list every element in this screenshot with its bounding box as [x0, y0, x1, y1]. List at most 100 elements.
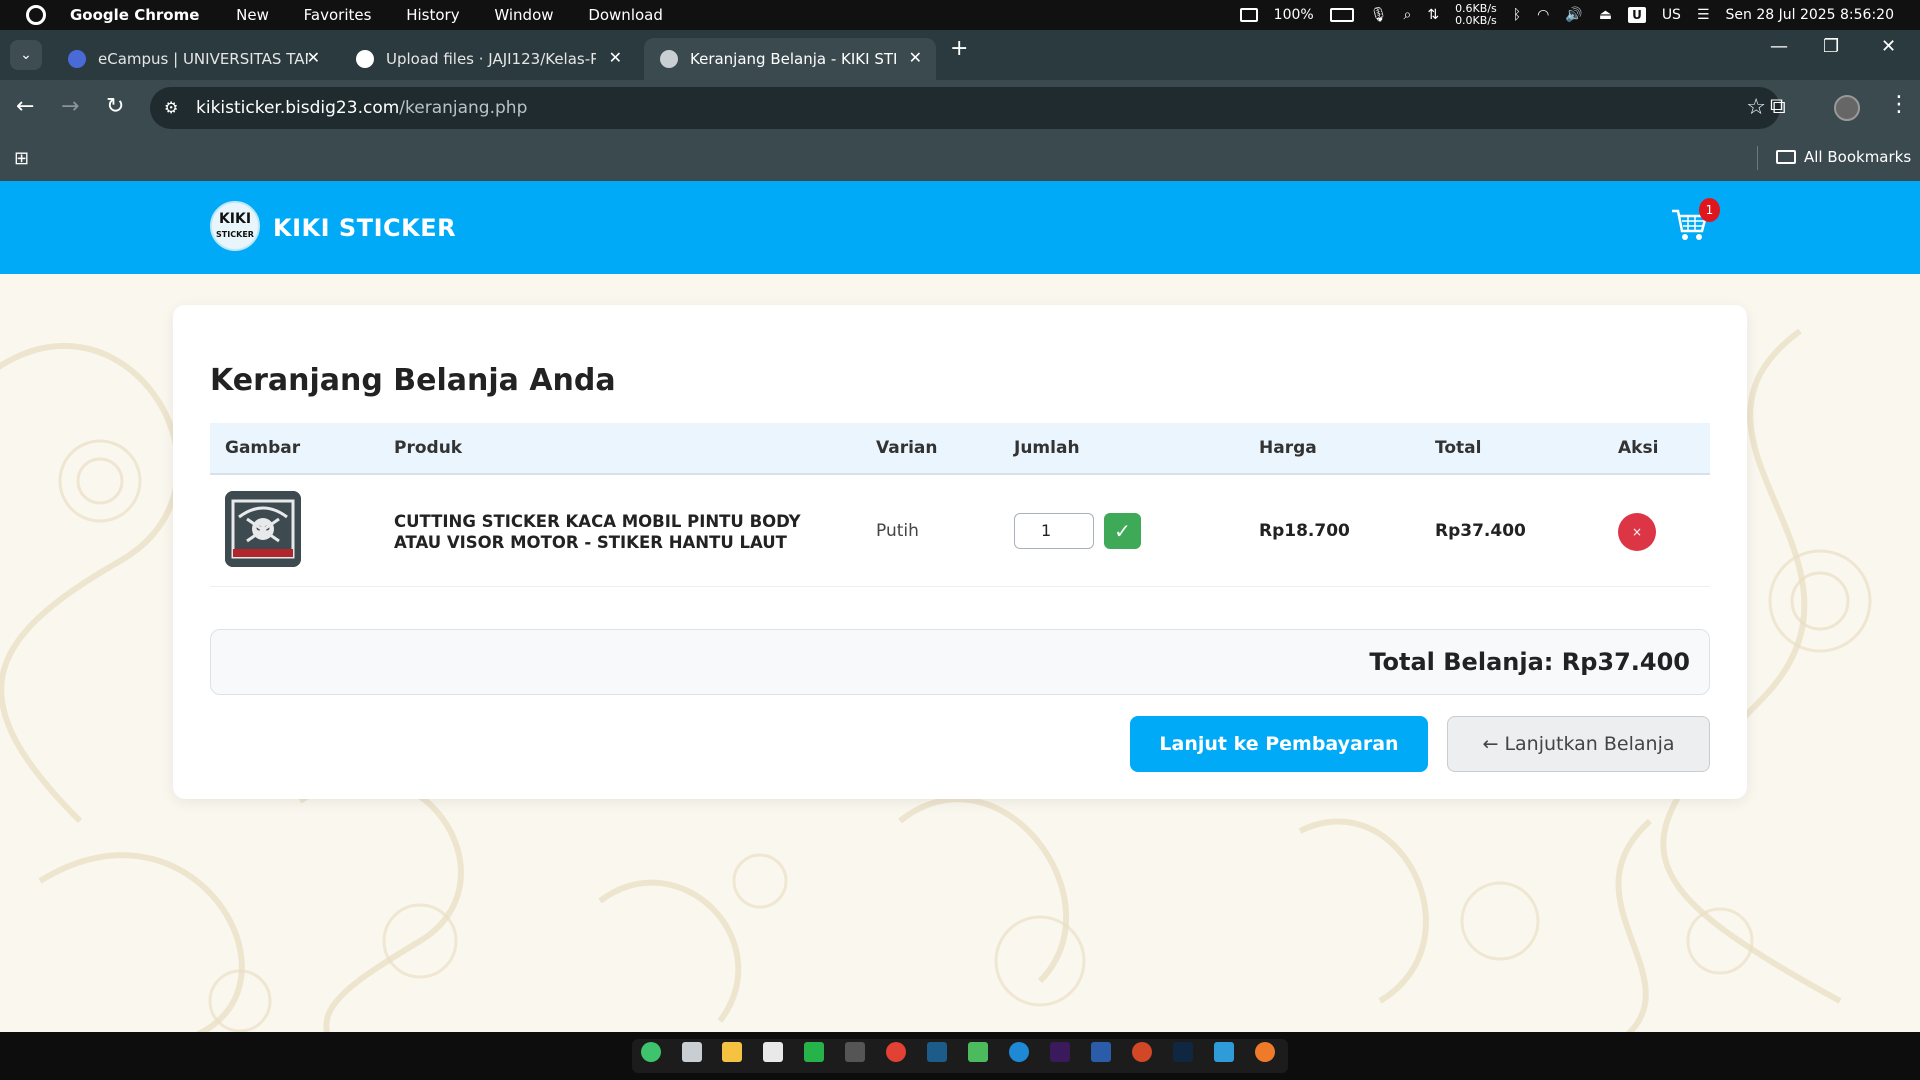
firefox-icon[interactable] — [1255, 1042, 1275, 1062]
network-arrows-icon: ⇅ — [1427, 7, 1440, 23]
globe-favicon-icon — [660, 50, 678, 68]
col-harga: Harga — [1259, 438, 1317, 458]
wifi-icon[interactable]: ◠ — [1537, 7, 1549, 23]
profile-avatar[interactable] — [1834, 95, 1860, 121]
battery-icon[interactable] — [1329, 8, 1354, 22]
eject-icon[interactable]: ⏏ — [1599, 7, 1612, 23]
launcher-clover-icon[interactable] — [641, 1042, 661, 1062]
product-name[interactable]: CUTTING STICKER KACA MOBIL PINTU BODY AT… — [394, 511, 814, 553]
menu-history[interactable]: History — [406, 6, 459, 24]
all-bookmarks-label: All Bookmarks — [1804, 148, 1912, 166]
locale-label[interactable]: US — [1662, 7, 1681, 23]
reload-icon[interactable]: ↻ — [106, 94, 124, 119]
remove-item-close-icon[interactable]: × — [1618, 513, 1656, 551]
task-view-icon[interactable] — [682, 1042, 702, 1062]
close-window-icon[interactable]: ✕ — [1881, 36, 1896, 57]
chrome-icon[interactable] — [886, 1042, 906, 1062]
cart-table: Gambar Produk Varian Jumlah Harga Total … — [210, 423, 1710, 587]
cart-count-badge[interactable]: 1 — [1699, 198, 1720, 222]
premiere-icon[interactable] — [1050, 1042, 1070, 1062]
forward-arrow-icon[interactable]: → — [61, 94, 79, 119]
store-icon[interactable] — [763, 1042, 783, 1062]
app-name-menu[interactable]: Google Chrome — [70, 6, 199, 24]
bookmarks-bar: ⊞ All Bookmarks — [0, 136, 1920, 181]
control-center-icon[interactable]: ☰ — [1697, 7, 1710, 23]
logo-text: KIKI — [218, 211, 252, 227]
tab-github[interactable]: Upload files · JAJI123/Kelas-Pak ✕ — [340, 38, 636, 80]
unit-price: Rp18.700 — [1259, 521, 1350, 541]
checkout-button[interactable]: Lanjut ke Pembayaran — [1130, 716, 1428, 772]
extensions-puzzle-icon[interactable]: ⧉ — [1770, 94, 1786, 119]
tab-keranjang[interactable]: Keranjang Belanja - KIKI STICKE ✕ — [644, 38, 936, 80]
col-gambar: Gambar — [225, 438, 301, 458]
powerpoint-icon[interactable] — [1132, 1042, 1152, 1062]
tab-title: Keranjang Belanja - KIKI STICKE — [690, 50, 896, 68]
tab-ecampus[interactable]: eCampus | UNIVERSITAS TANGE ✕ — [52, 38, 334, 80]
word-icon[interactable] — [1091, 1042, 1111, 1062]
pen-tool-icon[interactable] — [845, 1042, 865, 1062]
display-icon[interactable] — [1239, 8, 1258, 22]
col-varian: Varian — [876, 438, 938, 458]
menu-favorites[interactable]: Favorites — [304, 6, 372, 24]
brand-logo[interactable]: KIKI STICKER — [210, 201, 260, 251]
photoshop-icon[interactable] — [1173, 1042, 1193, 1062]
menu-window[interactable]: Window — [494, 6, 553, 24]
notepad-icon[interactable] — [1214, 1042, 1234, 1062]
bluetooth-off-icon[interactable]: ᛒ — [1513, 7, 1521, 23]
close-tab-icon[interactable]: ✕ — [609, 48, 622, 67]
network-speed: 0.6KB/s 0.0KB/s — [1455, 3, 1497, 27]
cart-card: Keranjang Belanja Anda Gambar Produk Var… — [173, 305, 1747, 799]
chrome-menu-icon[interactable]: ⋮ — [1888, 92, 1910, 117]
address-bar[interactable]: ⚙ kikisticker.bisdig23.com/keranjang.php… — [150, 87, 1780, 129]
os-menubar: Google Chrome New Favorites History Wind… — [0, 0, 1920, 30]
tab-strip: ⌄ eCampus | UNIVERSITAS TANGE ✕ Upload f… — [0, 30, 1920, 80]
restore-icon[interactable]: ❐ — [1823, 36, 1839, 57]
all-bookmarks-button[interactable]: All Bookmarks — [1776, 148, 1911, 166]
os-logo-icon[interactable] — [26, 5, 46, 25]
apps-grid-icon[interactable]: ⊞ — [14, 148, 29, 169]
cart-summary: Total Belanja: Rp37.400 — [210, 629, 1710, 695]
continue-shopping-button[interactable]: ← Lanjutkan Belanja — [1447, 716, 1710, 772]
search-icon[interactable]: ⌕ — [1403, 7, 1411, 23]
page-title: Keranjang Belanja Anda — [210, 363, 616, 398]
back-arrow-icon[interactable]: ← — [16, 94, 34, 119]
table-header: Gambar Produk Varian Jumlah Harga Total … — [210, 423, 1710, 475]
tab-title: Upload files · JAJI123/Kelas-Pak — [386, 50, 596, 68]
product-thumbnail[interactable] — [225, 491, 301, 567]
site-settings-icon[interactable]: ⚙ — [164, 98, 184, 118]
file-explorer-icon[interactable] — [722, 1042, 742, 1062]
new-tab-plus-icon[interactable]: + — [950, 36, 968, 61]
close-tab-icon[interactable]: ✕ — [307, 48, 320, 67]
spreadsheet-app-icon[interactable] — [968, 1042, 988, 1062]
bookmark-star-icon[interactable]: ☆ — [1746, 95, 1766, 120]
tab-search-chevron-icon[interactable]: ⌄ — [10, 40, 42, 70]
ecampus-favicon-icon — [68, 50, 86, 68]
os-taskbar — [0, 1032, 1920, 1080]
quantity-input[interactable]: 1 — [1014, 513, 1094, 549]
whatsapp-icon[interactable] — [804, 1042, 824, 1062]
browser-toolbar: ← → ↻ ⚙ kikisticker.bisdig23.com/keranja… — [0, 80, 1920, 136]
steam-icon[interactable] — [927, 1042, 947, 1062]
volume-icon[interactable]: 🔊 — [1565, 7, 1582, 23]
url-path: /keranjang.php — [399, 98, 528, 118]
microphone-icon[interactable]: 🎙 — [1370, 7, 1388, 23]
battery-percent: 100% — [1273, 7, 1314, 23]
close-tab-icon[interactable]: ✕ — [909, 48, 922, 67]
col-jumlah: Jumlah — [1014, 438, 1080, 458]
col-aksi: Aksi — [1618, 438, 1659, 458]
brand-name[interactable]: KIKI STICKER — [273, 214, 456, 242]
url-text[interactable]: kikisticker.bisdig23.com/keranjang.php — [196, 98, 527, 118]
clock[interactable]: Sen 28 Jul 2025 8:56:20 — [1726, 7, 1894, 23]
bookmarks-divider — [1757, 146, 1758, 170]
update-quantity-check-icon[interactable]: ✓ — [1104, 513, 1141, 549]
page-viewport: KIKI STICKER KIKI STICKER 1 Keranjang Bel… — [0, 181, 1920, 1032]
menu-download[interactable]: Download — [588, 6, 663, 24]
menu-new[interactable]: New — [236, 6, 269, 24]
minimize-icon[interactable]: — — [1770, 36, 1788, 57]
product-variant: Putih — [876, 521, 919, 541]
col-produk: Produk — [394, 438, 463, 458]
keyboard-layout-badge[interactable]: U — [1628, 7, 1646, 23]
edge-icon[interactable] — [1009, 1042, 1029, 1062]
github-favicon-icon — [356, 50, 374, 68]
url-host: kikisticker.bisdig23.com — [196, 98, 400, 118]
